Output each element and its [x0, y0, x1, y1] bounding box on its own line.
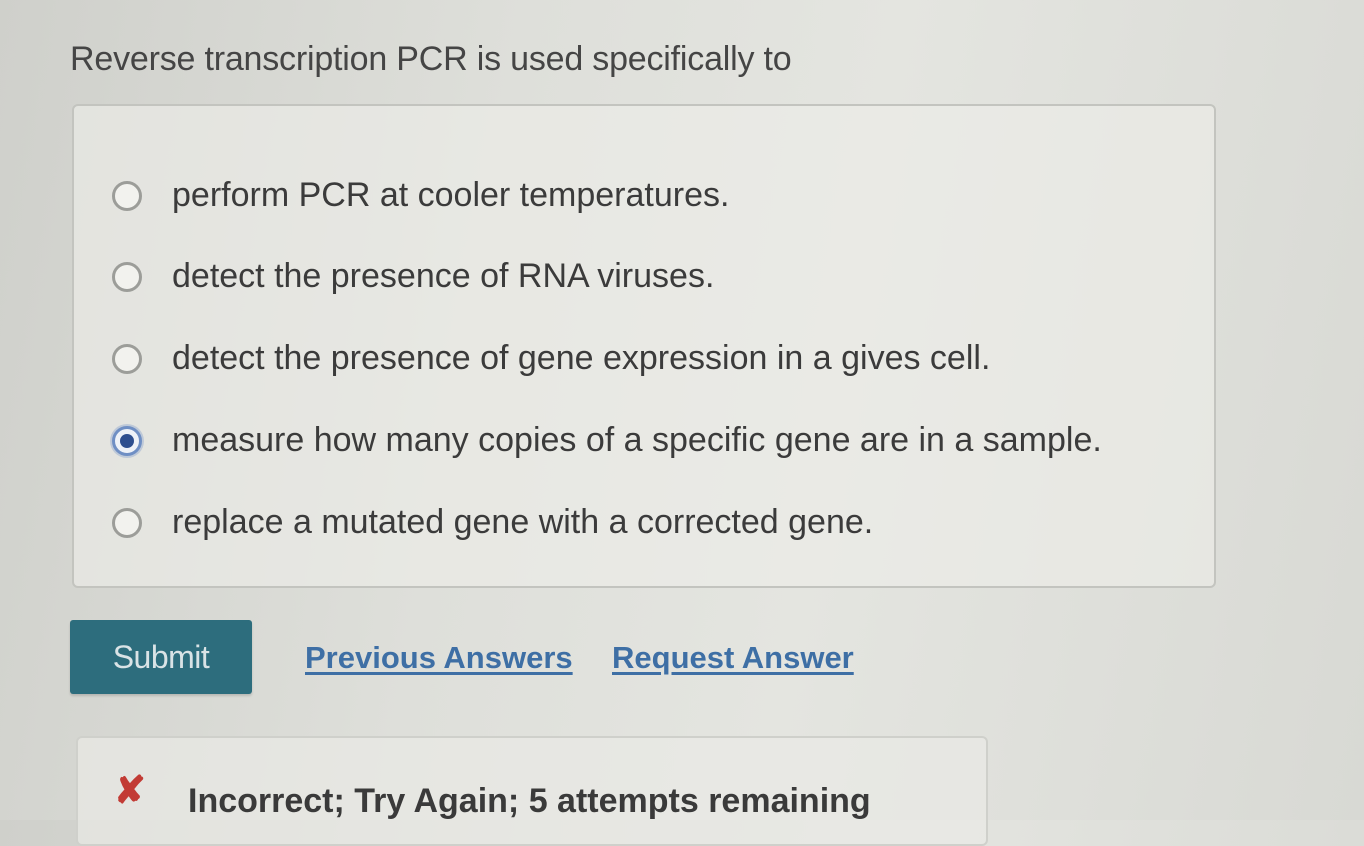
submit-button[interactable]: Submit — [70, 620, 252, 694]
request-answer-link[interactable]: Request Answer — [612, 640, 854, 676]
radio-button-selected-icon[interactable] — [112, 425, 142, 456]
option-measure-gene-copies[interactable]: measure how many copies of a specific ge… — [112, 421, 1102, 460]
option-detect-rna-viruses[interactable]: detect the presence of RNA viruses. — [112, 257, 714, 296]
answer-options-group: perform PCR at cooler temperatures. dete… — [72, 104, 1216, 588]
option-label: replace a mutated gene with a corrected … — [172, 503, 874, 541]
option-label: detect the presence of gene expression i… — [172, 339, 991, 377]
radio-button-icon[interactable] — [112, 261, 142, 292]
radio-button-icon[interactable] — [112, 180, 142, 211]
question-text: Reverse transcription PCR is used specif… — [70, 40, 792, 78]
previous-answers-link[interactable]: Previous Answers — [305, 640, 573, 676]
option-replace-mutated-gene[interactable]: replace a mutated gene with a corrected … — [112, 503, 873, 542]
x-icon: ✘ — [114, 770, 146, 812]
option-label: perform PCR at cooler temperatures. — [172, 176, 730, 214]
radio-button-icon[interactable] — [112, 507, 142, 538]
option-detect-gene-expression[interactable]: detect the presence of gene expression i… — [112, 339, 990, 378]
option-label: measure how many copies of a specific ge… — [172, 421, 1102, 459]
option-label: detect the presence of RNA viruses. — [172, 257, 715, 295]
radio-button-icon[interactable] — [112, 343, 142, 374]
feedback-panel: ✘ Incorrect; Try Again; 5 attempts remai… — [76, 736, 988, 846]
feedback-message: Incorrect; Try Again; 5 attempts remaini… — [188, 782, 871, 820]
option-perform-pcr-cooler[interactable]: perform PCR at cooler temperatures. — [112, 176, 729, 215]
